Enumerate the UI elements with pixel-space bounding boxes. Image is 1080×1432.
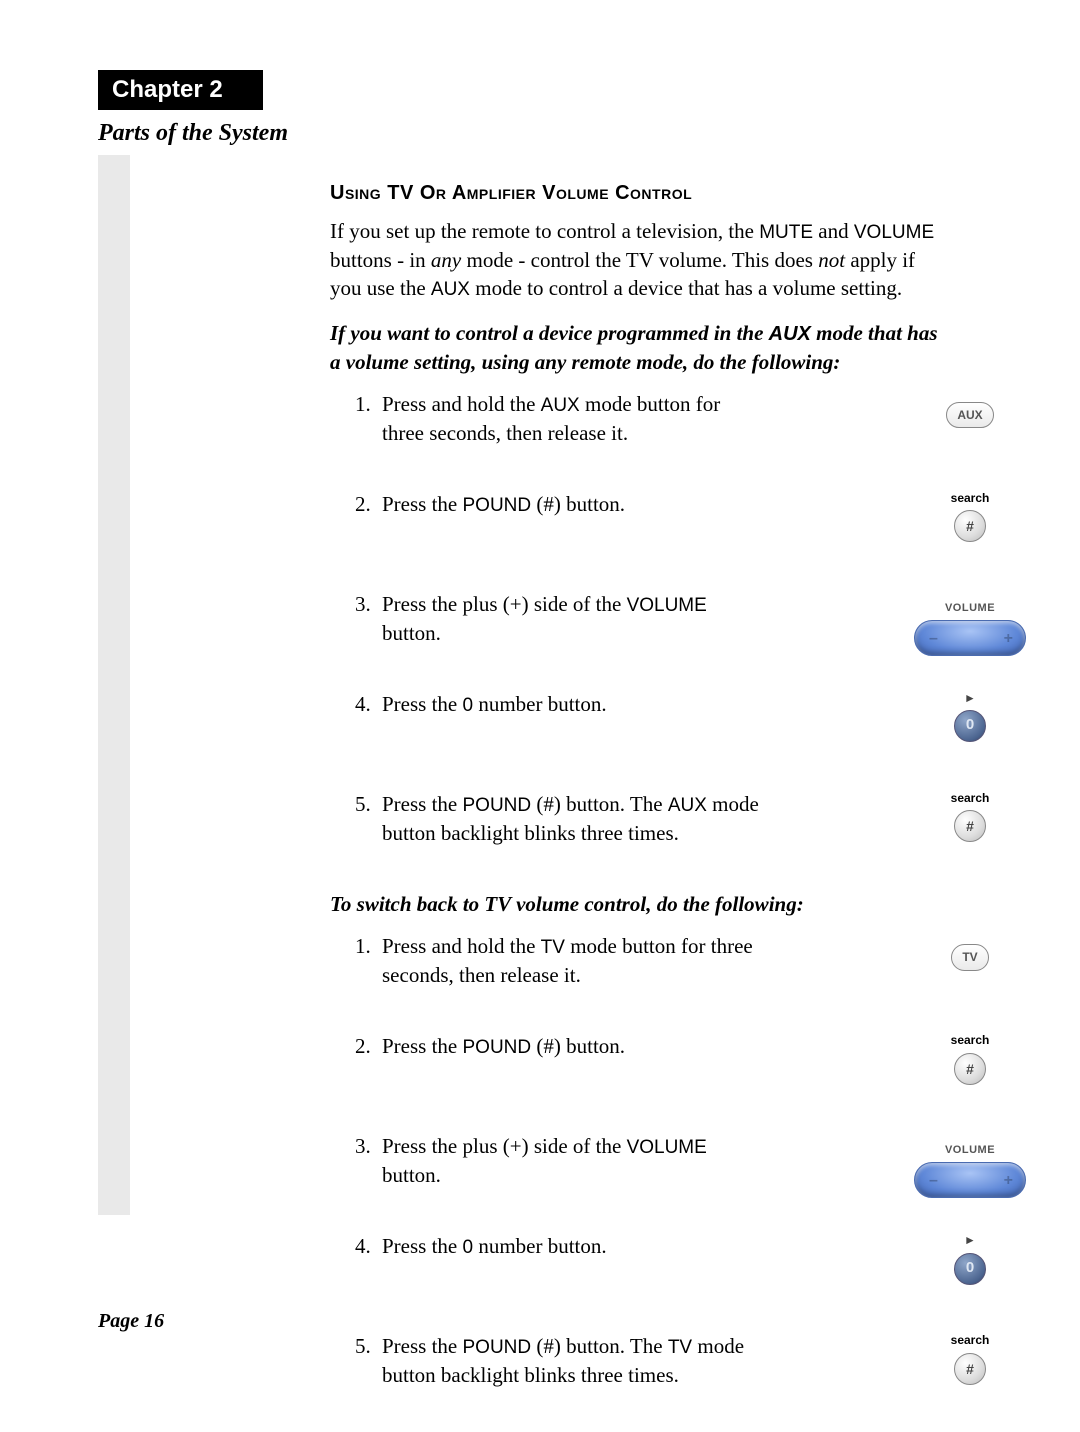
step-text: Press the 0 number button. (382, 1232, 762, 1261)
volume-rocker (914, 620, 1026, 656)
text: buttons - in (330, 248, 431, 272)
steps-list-1: Press and hold the AUX mode button for t… (330, 390, 950, 850)
step-text: Press the POUND (#) button. (382, 490, 762, 519)
step-text: Press the POUND (#) button. The AUX mode… (382, 790, 762, 847)
volume-label: VOLUME (914, 601, 1026, 616)
step-icon: TV (910, 940, 1030, 970)
chapter-label: Chapter 2 (98, 70, 263, 110)
text: mode to control a device that has a volu… (470, 276, 902, 300)
search-label: search (910, 790, 1030, 806)
step-icon: ►0 (910, 1232, 1030, 1284)
volume-rocker (914, 1162, 1026, 1198)
zero-button: 0 (954, 710, 986, 742)
zero-button-icon: ►0 (954, 690, 986, 742)
step-icon: VOLUME (910, 590, 1030, 656)
step-item: Press and hold the AUX mode button for t… (376, 390, 950, 450)
step-item: Press the 0 number button.►0 (376, 690, 950, 750)
volume-rocker-icon: VOLUME (914, 1143, 1026, 1198)
search-label: search (910, 1332, 1030, 1348)
keyword-volume: VOLUME (854, 222, 934, 243)
aux-button-icon: AUX (946, 402, 993, 428)
text: and (813, 219, 854, 243)
intro-paragraph: If you set up the remote to control a te… (330, 217, 950, 303)
pound-button-icon: # (954, 810, 986, 842)
page-number: Page 16 (98, 1310, 164, 1333)
search-label: search (910, 1032, 1030, 1048)
tv-button-icon: TV (951, 944, 988, 970)
step-item: Press the plus (+) side of the VOLUME bu… (376, 590, 950, 650)
keyword-mute: MUTE (759, 222, 813, 243)
step-item: Press the POUND (#) button.search# (376, 490, 950, 550)
step-text: Press the POUND (#) button. The TV mode … (382, 1332, 762, 1389)
emph-any: any (431, 248, 461, 272)
step-item: Press and hold the TV mode button for th… (376, 932, 950, 992)
volume-rocker-icon: VOLUME (914, 601, 1026, 656)
step-text: Press the POUND (#) button. (382, 1032, 762, 1061)
step-icon: search # (910, 490, 1030, 542)
subheading-tv: To switch back to TV volume control, do … (330, 890, 950, 918)
text: mode - control the TV volume. This does (461, 248, 818, 272)
keyword-aux: AUX (431, 279, 470, 300)
step-text: Press the plus (+) side of the VOLUME bu… (382, 590, 762, 647)
content-area: Using TV Or Amplifier Volume Control If … (330, 180, 950, 1432)
search-label: search (910, 490, 1030, 506)
step-icon: search # (910, 790, 1030, 842)
step-text: Press and hold the AUX mode button for t… (382, 390, 762, 447)
text: If you set up the remote to control a te… (330, 219, 759, 243)
step-icon: search # (910, 1032, 1030, 1084)
step-item: Press the 0 number button.►0 (376, 1232, 950, 1292)
step-item: Press the POUND (#) button.search# (376, 1032, 950, 1092)
step-icon: AUX (910, 398, 1030, 428)
heading: Using TV Or Amplifier Volume Control (330, 180, 950, 207)
step-item: Press the POUND (#) button. The TV mode … (376, 1332, 950, 1392)
step-item: Press the plus (+) side of the VOLUME bu… (376, 1132, 950, 1192)
subheading-aux: If you want to control a device programm… (330, 319, 950, 376)
pound-button-icon: # (954, 1353, 986, 1385)
emph-not: not (818, 248, 845, 272)
step-icon: ►0 (910, 690, 1030, 742)
step-text: Press and hold the TV mode button for th… (382, 932, 762, 989)
keyword-aux: AUX (769, 323, 811, 345)
text: If you want to control a device programm… (330, 321, 769, 345)
zero-button-icon: ►0 (954, 1232, 986, 1284)
pound-button-icon: # (954, 510, 986, 542)
volume-label: VOLUME (914, 1143, 1026, 1158)
zero-button: 0 (954, 1253, 986, 1285)
left-margin-bar (98, 155, 130, 1215)
step-text: Press the plus (+) side of the VOLUME bu… (382, 1132, 762, 1189)
play-arrow-icon: ► (954, 1232, 986, 1248)
play-arrow-icon: ► (954, 690, 986, 706)
step-icon: search # (910, 1332, 1030, 1384)
step-item: Press the POUND (#) button. The AUX mode… (376, 790, 950, 850)
pound-button-icon: # (954, 1053, 986, 1085)
step-text: Press the 0 number button. (382, 690, 762, 719)
step-icon: VOLUME (910, 1132, 1030, 1198)
steps-list-2: Press and hold the TV mode button for th… (330, 932, 950, 1392)
section-title: Parts of the System (98, 120, 288, 147)
